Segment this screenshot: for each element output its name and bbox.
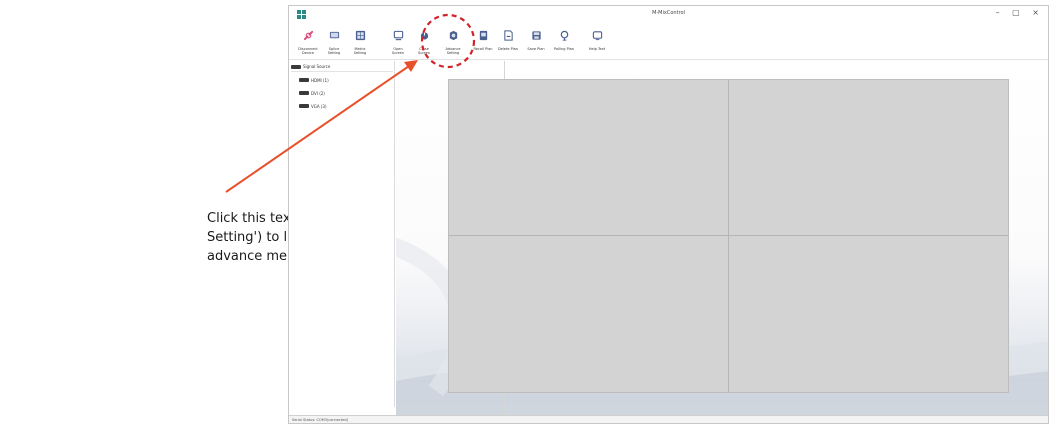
help-icon (592, 31, 602, 41)
screen-icon (393, 30, 403, 41)
sidebar-item-label: DVI (2) (311, 90, 325, 96)
hdmi-icon (299, 78, 309, 82)
video-wall-grid[interactable] (448, 79, 1009, 393)
toolbar: Disconnect Device Splice Setting Matrix … (289, 24, 1048, 60)
sidebar-item-hdmi[interactable]: HDMI (1) (299, 75, 329, 85)
disconnect-icon (303, 30, 313, 41)
advance-setting-icon (449, 30, 457, 41)
splice-setting-button[interactable]: Splice Setting (323, 28, 345, 58)
signal-source-panel: Signal Source HDMI (1) DVI (2) VGA (3) (289, 61, 395, 407)
toolbar-label: Close Screen (417, 47, 431, 55)
matrix-setting-button[interactable]: Matrix Setting (349, 28, 371, 58)
toolbar-label: Open Screen (391, 47, 405, 55)
recall-icon (479, 30, 487, 41)
delete-plan-button[interactable]: Delete Plan (497, 28, 519, 58)
power-icon (420, 31, 428, 40)
advance-setting-button[interactable]: Advance Setting (442, 28, 464, 58)
recall-plan-button[interactable]: Recall Plan (472, 28, 494, 58)
toolbar-label: Help Text (588, 47, 606, 51)
toolbar-label: Matrix Setting (353, 47, 367, 55)
sidebar-item-dvi[interactable]: DVI (2) (299, 88, 325, 98)
dvi-icon (299, 91, 309, 95)
sidebar-item-label: HDMI (1) (311, 77, 329, 83)
screenshot-canvas: Click this text ('Advance Setting') to l… (0, 0, 1049, 424)
window-controls[interactable]: – ▢ × (996, 8, 1044, 17)
close-screen-button[interactable]: Close Screen (413, 28, 435, 58)
matrix-icon (355, 30, 365, 41)
sidebar-item-label: VGA (3) (311, 103, 327, 109)
wall-cell[interactable] (449, 236, 729, 392)
signal-source-title: Signal Source (303, 64, 331, 69)
connector-icon (291, 64, 301, 69)
toolbar-label: Disconnect Device (298, 47, 318, 55)
wall-cell[interactable] (728, 80, 1008, 236)
title-bar: M-MixControl – ▢ × (289, 6, 1048, 24)
delete-plan-icon (503, 30, 513, 41)
polling-plan-button[interactable]: Polling Plan (553, 28, 575, 58)
open-screen-button[interactable]: Open Screen (387, 28, 409, 58)
toolbar-label: Splice Setting (327, 47, 341, 55)
help-text-button[interactable]: Help Text (586, 28, 608, 58)
signal-source-header[interactable]: Signal Source (291, 62, 393, 72)
toolbar-label: Polling Plan (553, 47, 575, 51)
polling-icon (560, 30, 568, 41)
save-plan-button[interactable]: Save Plan (525, 28, 547, 58)
window-title: M-MixControl (652, 10, 685, 16)
toolbar-label: Save Plan (527, 47, 545, 51)
wall-cell[interactable] (729, 236, 1009, 392)
vga-icon (299, 104, 309, 108)
monitor-icon (329, 31, 339, 39)
wall-cell[interactable] (449, 80, 729, 236)
status-bar: Serial Status: COM3(connected) (289, 415, 1048, 423)
disconnect-device-button[interactable]: Disconnect Device (297, 28, 319, 58)
save-icon (531, 31, 541, 40)
toolbar-label: Advance Setting (445, 47, 461, 55)
toolbar-label: Recall Plan (473, 47, 493, 51)
app-window: M-MixControl – ▢ × Disconnect Device Spl… (288, 5, 1049, 424)
toolbar-label: Delete Plan (497, 47, 519, 51)
sidebar-item-vga[interactable]: VGA (3) (299, 101, 327, 111)
